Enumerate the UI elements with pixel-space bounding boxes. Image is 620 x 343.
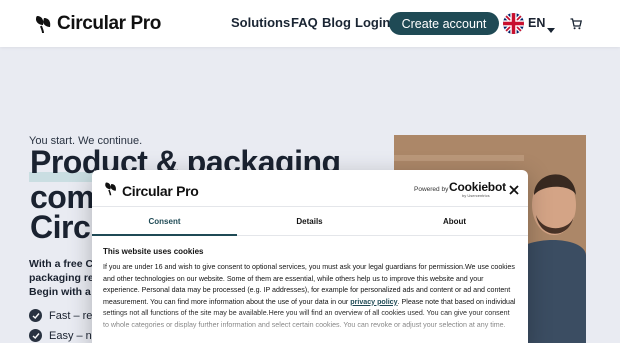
tab-about[interactable]: About — [382, 207, 527, 236]
dialog-brand-logo: Circular Pro — [103, 181, 199, 201]
dialog-brand-name: Circular Pro — [122, 183, 199, 199]
language-selector[interactable]: EN — [528, 16, 545, 30]
powered-by-label: Powered by — [414, 186, 449, 193]
tab-details[interactable]: Details — [237, 207, 382, 236]
dialog-title: This website uses cookies — [103, 247, 204, 256]
site-header: Circular Pro Solutions FAQ Blog Login Cr… — [0, 0, 620, 47]
active-tab-indicator — [92, 234, 237, 236]
nav-blog[interactable]: Blog — [322, 15, 351, 30]
consent-tabs: Consent Details About — [92, 206, 528, 236]
cookiebot-sub-label: by Usercentrics — [462, 193, 490, 198]
nav-faq[interactable]: FAQ — [291, 15, 318, 30]
create-account-button[interactable]: Create account — [389, 12, 499, 35]
close-icon[interactable] — [508, 183, 520, 195]
nav-login[interactable]: Login — [355, 15, 390, 30]
brand-logo-icon — [103, 181, 118, 201]
brand-logo-icon — [33, 14, 53, 34]
brand-logo[interactable]: Circular Pro — [33, 13, 161, 35]
cookie-consent-dialog: Circular Pro Powered by Cookiebot by Use… — [92, 170, 528, 343]
cart-icon[interactable] — [570, 17, 583, 35]
scroll-fade — [92, 310, 528, 343]
nav-solutions[interactable]: Solutions — [231, 15, 290, 30]
tab-consent[interactable]: Consent — [92, 207, 237, 236]
uk-flag-icon[interactable] — [503, 13, 524, 34]
brand-name: Circular Pro — [57, 13, 161, 34]
privacy-policy-link[interactable]: privacy policy — [350, 298, 397, 306]
cookiebot-logo[interactable]: Cookiebot — [449, 180, 506, 194]
chevron-down-icon[interactable] — [547, 20, 555, 38]
